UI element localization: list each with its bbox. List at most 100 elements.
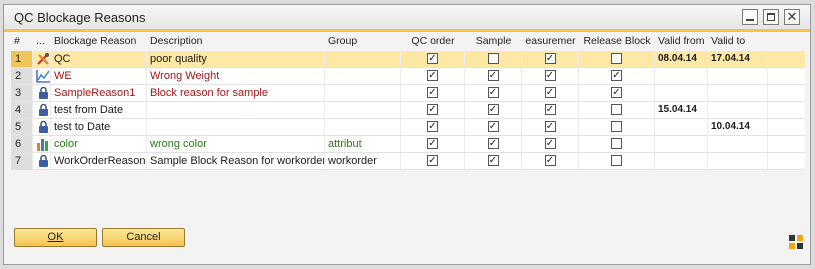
blockage-reason-cell[interactable]: WorkOrderReason <box>51 153 147 169</box>
valid-to-cell[interactable]: 17.04.14 <box>708 51 768 67</box>
valid-to-cell[interactable] <box>708 102 768 118</box>
valid-from-cell[interactable] <box>655 68 708 84</box>
qc-order-checkbox[interactable]: ✓ <box>427 120 438 132</box>
measurement-cell[interactable]: ✓ <box>522 153 579 169</box>
valid-from-cell[interactable] <box>655 85 708 101</box>
release-block-cell[interactable]: ✓ <box>579 68 655 84</box>
qc-order-checkbox[interactable]: ✓ <box>427 137 438 149</box>
header-sample[interactable]: Sample <box>465 34 522 50</box>
qc-order-cell[interactable]: ✓ <box>401 153 465 169</box>
description-cell[interactable]: Wrong Weight <box>147 68 325 84</box>
valid-to-cell[interactable]: 10.04.14 <box>708 119 768 135</box>
sample-checkbox[interactable]: ✓ <box>487 120 499 132</box>
row-number[interactable]: 5 <box>11 119 33 135</box>
measurement-cell[interactable]: ✓ <box>522 68 579 84</box>
qc-order-cell[interactable]: ✓ <box>401 51 465 67</box>
table-row[interactable]: 1 QC poor quality ✓ ✓ 08.04.14 17.04.14 <box>11 51 805 68</box>
maximize-button[interactable] <box>763 9 779 25</box>
measurement-checkbox[interactable]: ✓ <box>544 154 556 166</box>
sample-checkbox[interactable]: ✓ <box>487 137 499 149</box>
group-cell[interactable]: workorder <box>325 153 401 169</box>
measurement-cell[interactable]: ✓ <box>522 119 579 135</box>
release-block-cell[interactable] <box>579 51 655 67</box>
release-block-checkbox[interactable] <box>611 120 622 132</box>
sample-checkbox[interactable]: ✓ <box>487 69 499 81</box>
table-row[interactable]: 4 test from Date ✓ ✓ ✓ 15.04.14 <box>11 102 805 119</box>
table-row[interactable]: 2 WE Wrong Weight ✓ ✓ ✓ ✓ <box>11 68 805 85</box>
valid-from-cell[interactable] <box>655 119 708 135</box>
valid-to-cell[interactable] <box>708 85 768 101</box>
sample-cell[interactable]: ✓ <box>465 136 522 152</box>
blockage-reason-cell[interactable]: WE <box>51 68 147 84</box>
row-number[interactable]: 3 <box>11 85 33 101</box>
description-cell[interactable]: wrong color <box>147 136 325 152</box>
table-row[interactable]: 5 test to Date ✓ ✓ ✓ 10.04.14 <box>11 119 805 136</box>
release-block-cell[interactable] <box>579 119 655 135</box>
group-cell[interactable] <box>325 68 401 84</box>
row-number[interactable]: 6 <box>11 136 33 152</box>
measurement-checkbox[interactable]: ✓ <box>544 52 556 64</box>
release-block-checkbox[interactable] <box>611 154 622 166</box>
group-cell[interactable] <box>325 85 401 101</box>
measurement-cell[interactable]: ✓ <box>522 102 579 118</box>
description-cell[interactable]: Block reason for sample <box>147 85 325 101</box>
header-valid-from[interactable]: Valid from <box>655 34 708 50</box>
qc-order-checkbox[interactable]: ✓ <box>427 154 438 166</box>
measurement-checkbox[interactable]: ✓ <box>544 103 556 115</box>
row-number[interactable]: 2 <box>11 68 33 84</box>
release-block-checkbox[interactable] <box>611 52 622 64</box>
group-cell[interactable] <box>325 102 401 118</box>
release-block-checkbox[interactable]: ✓ <box>611 69 622 81</box>
header-valid-to[interactable]: Valid to <box>708 34 768 50</box>
blockage-reason-cell[interactable]: color <box>51 136 147 152</box>
release-block-cell[interactable] <box>579 102 655 118</box>
minimize-button[interactable] <box>742 9 758 25</box>
description-cell[interactable] <box>147 102 325 118</box>
sample-checkbox[interactable]: ✓ <box>487 86 499 98</box>
blockage-reason-cell[interactable]: test to Date <box>51 119 147 135</box>
description-cell[interactable]: Sample Block Reason for workorder <box>147 153 325 169</box>
cancel-button[interactable]: Cancel <box>102 228 185 247</box>
qc-order-cell[interactable]: ✓ <box>401 136 465 152</box>
measurement-checkbox[interactable]: ✓ <box>544 86 556 98</box>
valid-from-cell[interactable]: 15.04.14 <box>655 102 708 118</box>
qc-order-checkbox[interactable]: ✓ <box>427 103 438 115</box>
release-block-cell[interactable]: ✓ <box>579 85 655 101</box>
title-bar[interactable]: QC Blockage Reasons ✕ <box>4 5 810 29</box>
header-icon[interactable]: ... <box>33 34 51 50</box>
sample-cell[interactable]: ✓ <box>465 85 522 101</box>
blockage-reason-cell[interactable]: test from Date <box>51 102 147 118</box>
sample-cell[interactable]: ✓ <box>465 119 522 135</box>
release-block-cell[interactable] <box>579 136 655 152</box>
valid-from-cell[interactable] <box>655 153 708 169</box>
sample-cell[interactable]: ✓ <box>465 68 522 84</box>
close-button[interactable]: ✕ <box>784 9 800 25</box>
qc-order-cell[interactable]: ✓ <box>401 68 465 84</box>
table-row[interactable]: 6 color wrong color attribut ✓ ✓ ✓ <box>11 136 805 153</box>
sample-cell[interactable] <box>465 51 522 67</box>
sample-cell[interactable]: ✓ <box>465 153 522 169</box>
row-number[interactable]: 1 <box>11 51 33 67</box>
measurement-checkbox[interactable]: ✓ <box>544 137 556 149</box>
group-cell[interactable] <box>325 51 401 67</box>
header-description[interactable]: Description <box>147 34 325 50</box>
table-row[interactable]: 3 SampleReason1 Block reason for sample ✓ ✓ ✓… <box>11 85 805 102</box>
valid-to-cell[interactable] <box>708 68 768 84</box>
row-number[interactable]: 4 <box>11 102 33 118</box>
qc-order-checkbox[interactable]: ✓ <box>427 52 438 64</box>
release-block-cell[interactable] <box>579 153 655 169</box>
row-number[interactable]: 7 <box>11 153 33 169</box>
qc-order-cell[interactable]: ✓ <box>401 119 465 135</box>
group-cell[interactable]: attribut <box>325 136 401 152</box>
blockage-reason-cell[interactable]: SampleReason1 <box>51 85 147 101</box>
valid-from-cell[interactable]: 08.04.14 <box>655 51 708 67</box>
valid-to-cell[interactable] <box>708 136 768 152</box>
sample-checkbox[interactable] <box>487 52 499 64</box>
sample-checkbox[interactable]: ✓ <box>487 103 499 115</box>
qc-order-checkbox[interactable]: ✓ <box>427 86 438 98</box>
measurement-cell[interactable]: ✓ <box>522 136 579 152</box>
valid-from-cell[interactable] <box>655 136 708 152</box>
header-measurement[interactable]: easuremer <box>522 34 579 50</box>
release-block-checkbox[interactable] <box>611 137 622 149</box>
header-release-block[interactable]: Release Block <box>579 34 655 50</box>
